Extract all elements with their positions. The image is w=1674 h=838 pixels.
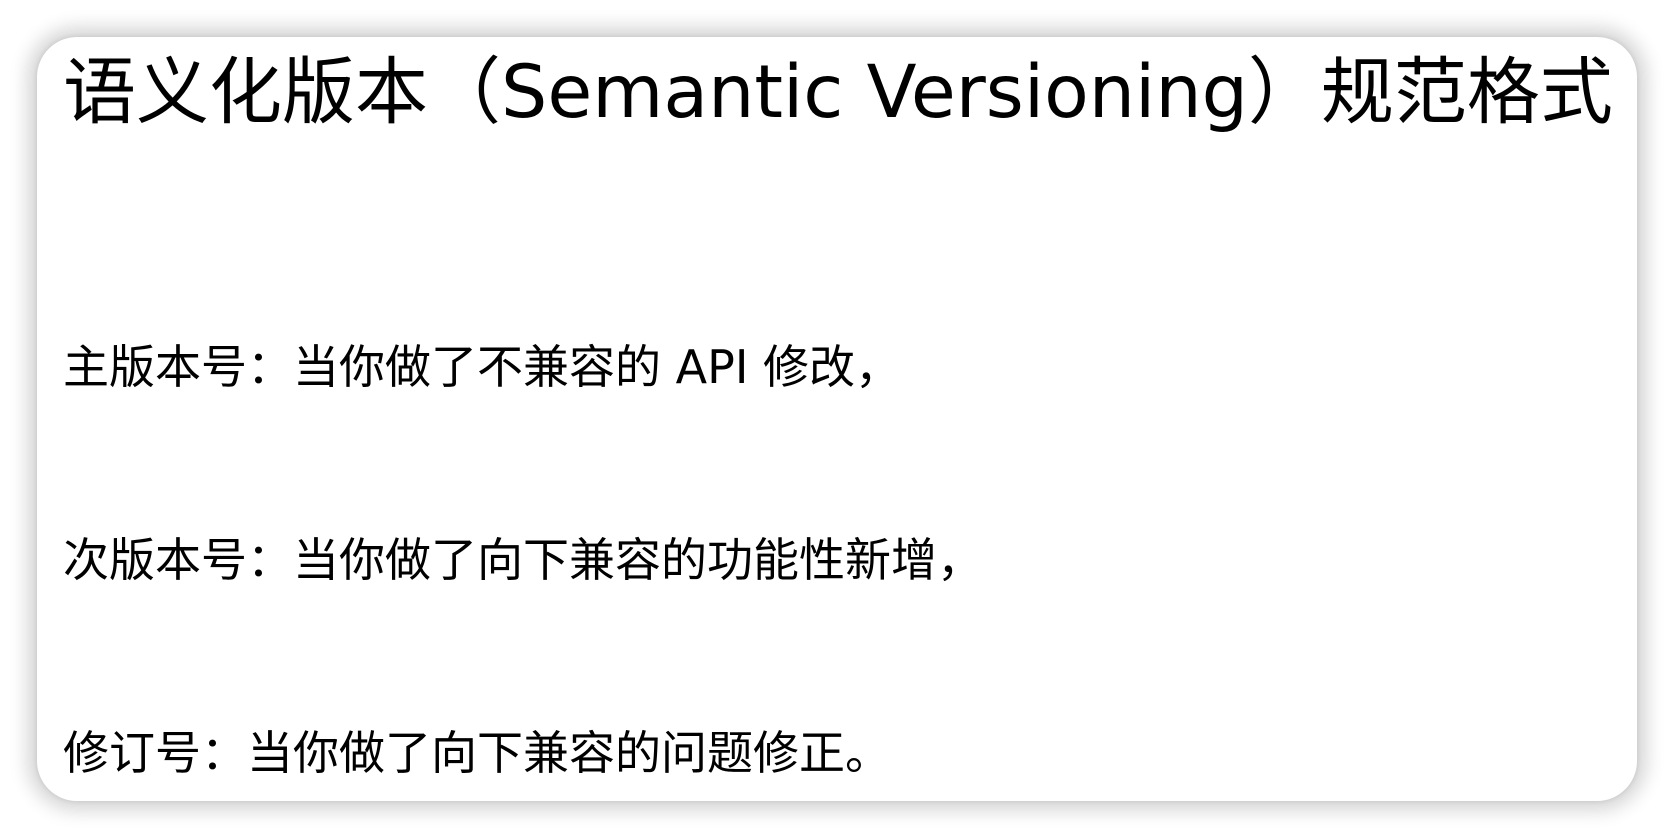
content-card: 语义化版本（Semantic Versioning）规范格式 主版本号：当你做了… (37, 37, 1637, 801)
patch-version-line: 修订号：当你做了向下兼容的问题修正。 (63, 726, 891, 780)
page-title: 语义化版本（Semantic Versioning）规范格式 (63, 50, 1613, 135)
major-version-line: 主版本号：当你做了不兼容的 API 修改， (63, 340, 902, 394)
page-frame: 语义化版本（Semantic Versioning）规范格式 主版本号：当你做了… (0, 0, 1674, 838)
minor-version-line: 次版本号：当你做了向下兼容的功能性新增， (63, 533, 983, 587)
